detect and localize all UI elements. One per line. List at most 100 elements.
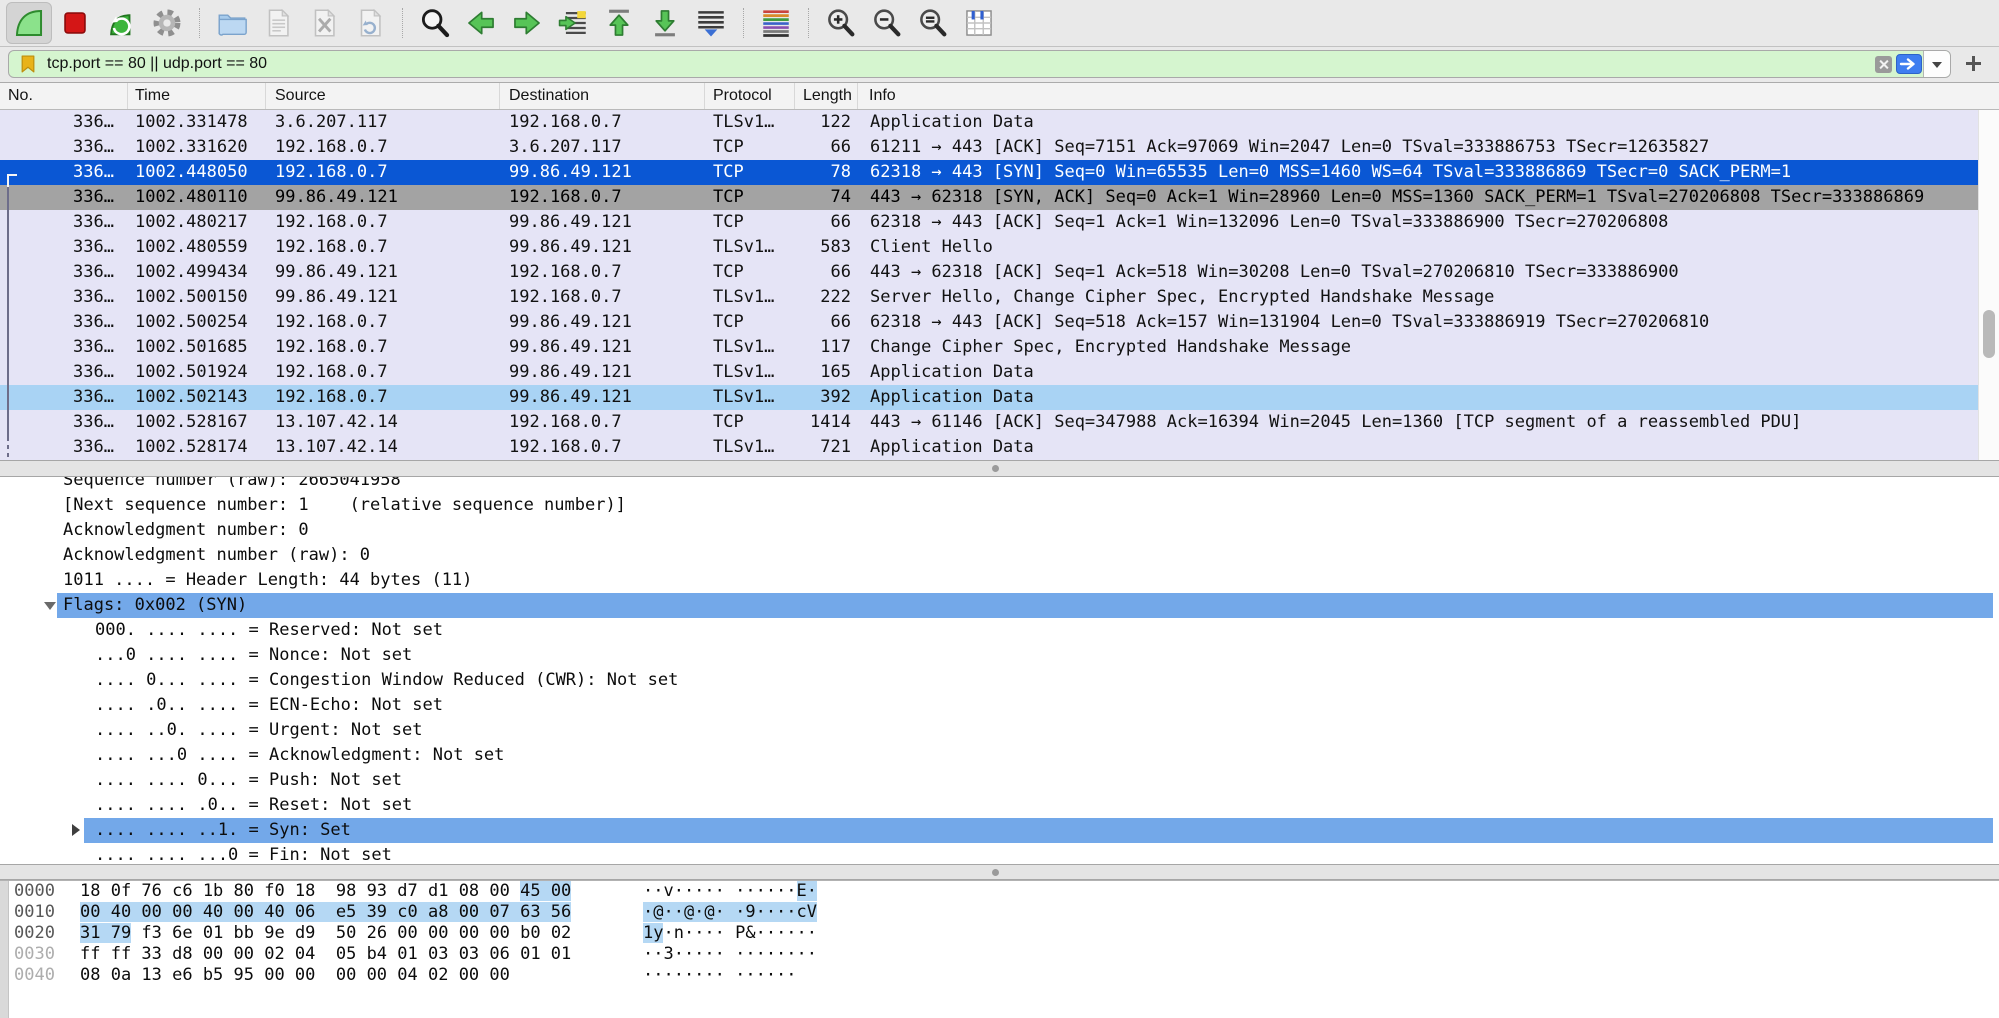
hex-row[interactable]: 0030 ff ff 33 d8 00 00 02 04 05 b4 01 03… xyxy=(0,944,1999,965)
go-to-first-packet-button[interactable] xyxy=(596,2,642,44)
detail-line[interactable]: .... .0.. .... = ECN-Echo: Not set xyxy=(0,693,1999,718)
detail-line[interactable]: 000. .... .... = Reserved: Not set xyxy=(0,618,1999,643)
auto-scroll-lines-icon xyxy=(694,6,728,40)
column-header-protocol[interactable]: Protocol xyxy=(705,83,795,109)
detail-line-syn-selected[interactable]: .... .... ..1. = Syn: Set xyxy=(0,818,1999,843)
resize-columns-button[interactable] xyxy=(956,2,1002,44)
hex-bytes[interactable]: ff ff 33 d8 00 00 02 04 05 b4 01 03 03 0… xyxy=(80,944,571,965)
packet-row[interactable]: 336… 1002.331478 3.6.207.117 192.168.0.7… xyxy=(0,110,1999,135)
packet-row[interactable]: 336… 1002.501924 192.168.0.7 99.86.49.12… xyxy=(0,360,1999,385)
clear-filter-button[interactable] xyxy=(1875,56,1892,73)
ascii-bytes[interactable]: 1y·n···· P&······ xyxy=(643,923,817,944)
expand-triangle-down-icon[interactable] xyxy=(44,602,56,610)
packet-row[interactable]: 336… 1002.528174 13.107.42.14 192.168.0.… xyxy=(0,435,1999,460)
hex-bytes[interactable]: 18 0f 76 c6 1b 80 f0 18 98 93 d7 d1 08 0… xyxy=(80,881,571,902)
packet-list-scrollbar[interactable] xyxy=(1978,110,1999,462)
stop-capture-button[interactable] xyxy=(52,2,98,44)
hex-bytes[interactable]: 08 0a 13 e6 b5 95 00 00 00 00 04 02 00 0… xyxy=(80,965,510,986)
detail-line[interactable]: Acknowledgment number: 0 xyxy=(0,518,1999,543)
packet-protocol: TLSv1… xyxy=(705,285,795,310)
display-filter-text: tcp.port == 80 || udp.port == 80 xyxy=(47,55,267,73)
packet-info: Change Cipher Spec, Encrypted Handshake … xyxy=(858,335,1999,360)
packet-row[interactable]: 336… 1002.500150 99.86.49.121 192.168.0.… xyxy=(0,285,1999,310)
auto-scroll-button[interactable] xyxy=(688,2,734,44)
scrollbar-thumb[interactable] xyxy=(1983,310,1995,358)
packet-row[interactable]: 336… 1002.528167 13.107.42.14 192.168.0.… xyxy=(0,410,1999,435)
pane-splitter[interactable] xyxy=(0,864,1999,880)
ascii-bytes[interactable]: ··3····· ········ xyxy=(643,944,817,965)
save-file-button[interactable] xyxy=(255,2,301,44)
detail-line[interactable]: .... .... 0... = Push: Not set xyxy=(0,768,1999,793)
packet-destination: 99.86.49.121 xyxy=(500,310,705,335)
start-capture-button[interactable] xyxy=(6,2,52,44)
apply-filter-button[interactable] xyxy=(1896,54,1922,74)
zoom-original-button[interactable] xyxy=(910,2,956,44)
detail-line-flags-selected[interactable]: Flags: 0x002 (SYN) xyxy=(0,593,1999,618)
column-header-destination[interactable]: Destination xyxy=(500,83,705,109)
detail-line[interactable]: ...0 .... .... = Nonce: Not set xyxy=(0,643,1999,668)
go-back-button[interactable] xyxy=(458,2,504,44)
column-header-no[interactable]: No. xyxy=(0,83,128,109)
column-header-info[interactable]: Info xyxy=(858,83,1999,109)
filter-history-dropdown[interactable] xyxy=(1923,51,1950,77)
detail-line[interactable]: .... 0... .... = Congestion Window Reduc… xyxy=(0,668,1999,693)
go-to-packet-button[interactable] xyxy=(550,2,596,44)
packet-info: 62318 → 443 [SYN] Seq=0 Win=65535 Len=0 … xyxy=(858,160,1999,185)
save-document-icon xyxy=(261,6,295,40)
hex-row[interactable]: 0000 18 0f 76 c6 1b 80 f0 18 98 93 d7 d1… xyxy=(0,881,1999,902)
packet-row[interactable]: 336… 1002.499434 99.86.49.121 192.168.0.… xyxy=(0,260,1999,285)
hex-bytes[interactable]: 31 79 f3 6e 01 bb 9e d9 50 26 00 00 00 0… xyxy=(80,923,571,944)
packet-no: 336… xyxy=(0,285,128,310)
go-to-last-packet-button[interactable] xyxy=(642,2,688,44)
packet-protocol: TCP xyxy=(705,260,795,285)
capture-options-button[interactable] xyxy=(144,2,190,44)
column-header-length[interactable]: Length xyxy=(795,83,858,109)
add-filter-button[interactable] xyxy=(1963,55,1985,73)
detail-line[interactable]: .... ..0. .... = Urgent: Not set xyxy=(0,718,1999,743)
packet-row[interactable]: 336… 1002.480110 99.86.49.121 192.168.0.… xyxy=(0,185,1999,210)
packet-row[interactable]: 336… 1002.480559 192.168.0.7 99.86.49.12… xyxy=(0,235,1999,260)
restart-capture-button[interactable] xyxy=(98,2,144,44)
hex-row[interactable]: 0020 31 79 f3 6e 01 bb 9e d9 50 26 00 00… xyxy=(0,923,1999,944)
packet-row[interactable]: 336… 1002.480217 192.168.0.7 99.86.49.12… xyxy=(0,210,1999,235)
open-file-button[interactable] xyxy=(209,2,255,44)
bookmark-icon[interactable] xyxy=(18,54,38,74)
expand-triangle-right-icon[interactable] xyxy=(72,824,80,836)
hex-bytes[interactable]: 00 40 00 00 40 00 40 06 e5 39 c0 a8 00 0… xyxy=(80,902,571,923)
detail-line[interactable]: .... ...0 .... = Acknowledgment: Not set xyxy=(0,743,1999,768)
column-header-source[interactable]: Source xyxy=(266,83,500,109)
ascii-bytes[interactable]: ·@··@·@· ·9····cV xyxy=(643,902,817,923)
gear-icon xyxy=(150,6,184,40)
packet-source: 192.168.0.7 xyxy=(266,160,500,185)
display-filter-input[interactable]: tcp.port == 80 || udp.port == 80 xyxy=(8,50,1951,78)
detail-line[interactable]: Acknowledgment number (raw): 0 xyxy=(0,543,1999,568)
detail-line[interactable]: [Next sequence number: 1 (relative seque… xyxy=(0,493,1999,518)
go-forward-button[interactable] xyxy=(504,2,550,44)
packet-row[interactable]: 336… 1002.448050 192.168.0.7 99.86.49.12… xyxy=(0,160,1999,185)
zoom-out-button[interactable] xyxy=(864,2,910,44)
packet-row[interactable]: 336… 1002.502143 192.168.0.7 99.86.49.12… xyxy=(0,385,1999,410)
detail-line[interactable]: 1011 .... = Header Length: 44 bytes (11) xyxy=(0,568,1999,593)
packet-row[interactable]: 336… 1002.500254 192.168.0.7 99.86.49.12… xyxy=(0,310,1999,335)
hex-row[interactable]: 0040 08 0a 13 e6 b5 95 00 00 00 00 04 02… xyxy=(0,965,1999,986)
column-header-time[interactable]: Time xyxy=(128,83,266,109)
colorize-packets-button[interactable] xyxy=(753,2,799,44)
packet-destination: 99.86.49.121 xyxy=(500,235,705,260)
reload-file-button[interactable] xyxy=(347,2,393,44)
pane-splitter[interactable] xyxy=(0,460,1999,477)
packet-source: 192.168.0.7 xyxy=(266,310,500,335)
packet-row[interactable]: 336… 1002.501685 192.168.0.7 99.86.49.12… xyxy=(0,335,1999,360)
packet-info: Server Hello, Change Cipher Spec, Encryp… xyxy=(858,285,1999,310)
detail-line[interactable]: Sequence number (raw): 2665041958 xyxy=(0,477,1999,493)
zoom-in-button[interactable] xyxy=(818,2,864,44)
close-file-button[interactable] xyxy=(301,2,347,44)
packet-no: 336… xyxy=(0,185,128,210)
packet-row[interactable]: 336… 1002.331620 192.168.0.7 3.6.207.117… xyxy=(0,135,1999,160)
packet-time: 1002.501924 xyxy=(128,360,266,385)
detail-line[interactable]: .... .... .0.. = Reset: Not set xyxy=(0,793,1999,818)
find-packet-button[interactable] xyxy=(412,2,458,44)
ascii-bytes[interactable]: ··v····· ······E· xyxy=(643,881,817,902)
ascii-bytes[interactable]: ········ ······ xyxy=(643,965,797,986)
detail-line[interactable]: .... .... ...0 = Fin: Not set xyxy=(0,843,1999,864)
hex-row[interactable]: 0010 00 40 00 00 40 00 40 06 e5 39 c0 a8… xyxy=(0,902,1999,923)
